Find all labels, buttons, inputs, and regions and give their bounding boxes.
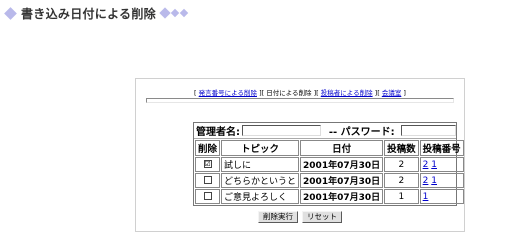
login-row: 管理者名: -- パスワード: [194,123,456,139]
date-cell: 2001年07月30日 [300,189,384,204]
post-number-link[interactable]: 1 [431,160,437,170]
nav-link-conference-room[interactable]: 会議室 [382,89,402,97]
numbers-cell: 2 1 [419,173,464,188]
post-number-link[interactable]: 1 [431,176,437,186]
topic-cell: 試しに [221,157,300,172]
numbers-cell: 1 [419,189,464,204]
nav-link-delete-by-poster[interactable]: 投稿者による削除 [321,89,373,97]
col-header-post-numbers: 投稿番号 [419,140,464,156]
page-header: 書き込み日付による削除 [3,6,189,21]
post-number-link[interactable]: 2 [423,176,429,186]
diamond-bullet-icon [4,6,17,20]
topic-cell: どちらかというと [221,173,300,188]
password-label: -- パスワード: [328,127,395,138]
content-panel: [ 発言番号による削除 ][ 日付による削除 ][ 投稿者による削除 ][ 会議… [135,78,465,232]
delete-checkbox[interactable] [203,176,212,184]
delete-cell [195,173,221,188]
horizontal-rule [146,98,454,103]
diamond-icon [170,8,180,18]
nav-current-delete-by-date: 日付による削除 [266,89,312,97]
nav-separator: ][ [259,89,265,97]
count-cell: 2 [384,173,419,188]
table-row: ご意見よろしく 2001年07月30日 1 1 [195,189,464,204]
post-number-link[interactable]: 2 [423,160,429,170]
topic-cell: ご意見よろしく [221,189,300,204]
numbers-cell: 2 1 [419,157,464,172]
nav-separator: ][ [313,89,319,97]
date-cell: 2001年07月30日 [300,157,384,172]
table-header-row: 削除 トピック 日付 投稿数 投稿番号 [195,140,464,156]
nav-separator: ][ [374,89,380,97]
table-row: ☑ 試しに 2001年07月30日 2 2 1 [195,157,464,172]
nav-bracket-close: ] [403,89,406,97]
count-cell: 1 [384,189,419,204]
diamond-icon [159,7,171,19]
col-header-topic: トピック [221,140,300,156]
admin-name-input[interactable] [242,125,321,136]
page-title: 書き込み日付による削除 [21,6,156,21]
nav-link-delete-by-number[interactable]: 発言番号による削除 [199,89,257,97]
decorative-diamonds [159,7,189,19]
col-header-date: 日付 [300,140,384,156]
delete-checkbox[interactable] [203,192,212,200]
date-cell: 2001年07月30日 [300,173,384,188]
delete-cell [195,189,221,204]
delete-form: 管理者名: -- パスワード: 削除 トピック 日付 投稿数 投稿番号 ☑ 試し… [193,122,464,206]
form-buttons: 削除実行 リセット [136,211,464,223]
reset-button[interactable]: リセット [302,211,342,223]
delete-checkbox[interactable]: ☑ [203,160,212,168]
col-header-post-count: 投稿数 [384,140,419,156]
nav-links: [ 発言番号による削除 ][ 日付による削除 ][ 投稿者による削除 ][ 会議… [136,87,464,97]
password-input[interactable] [400,125,456,136]
diamond-icon [179,8,189,18]
count-cell: 2 [384,157,419,172]
delete-submit-button[interactable]: 削除実行 [258,211,298,223]
nav-bracket-open: [ [194,89,197,97]
post-number-link[interactable]: 1 [423,192,429,202]
posts-table: 削除 トピック 日付 投稿数 投稿番号 ☑ 試しに 2001年07月30日 2 … [194,139,465,205]
admin-name-label: 管理者名: [196,127,240,138]
table-row: どちらかというと 2001年07月30日 2 2 1 [195,173,464,188]
delete-cell: ☑ [195,157,221,172]
col-header-delete: 削除 [195,140,221,156]
